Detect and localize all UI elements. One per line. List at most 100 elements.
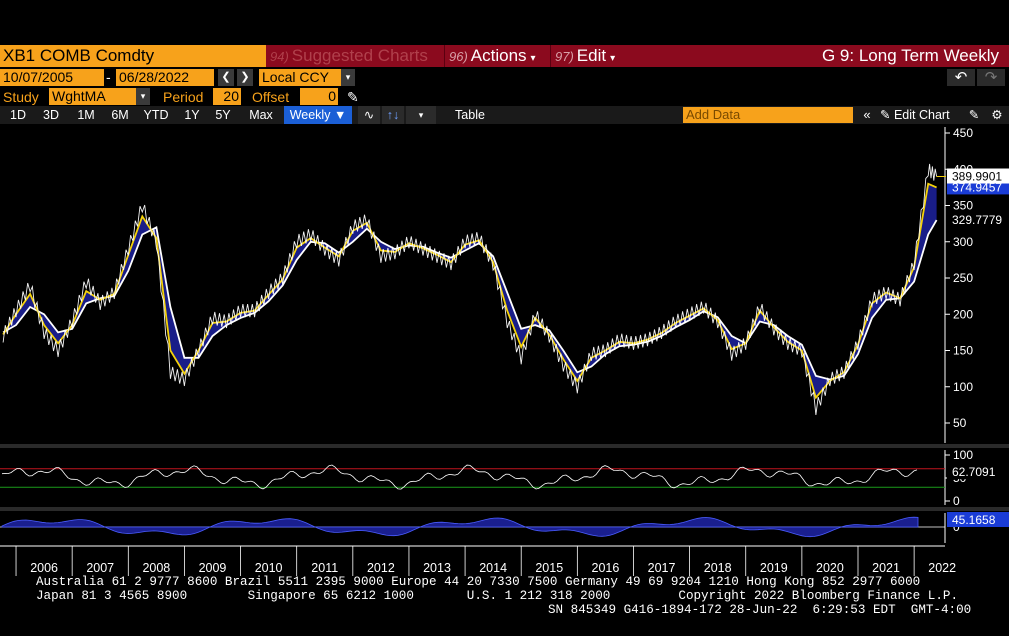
footer-contacts-line2: Japan 81 3 4565 8900 Singapore 65 6212 1… xyxy=(36,589,959,603)
x-axis-year-label: 2022 xyxy=(928,561,956,575)
price-y-tick-label: 250 xyxy=(953,271,973,285)
currency-value: Local CCY xyxy=(262,69,329,85)
x-axis-year-label: 2016 xyxy=(592,561,620,575)
edit-menu-button[interactable]: 97) Edit ▾ xyxy=(550,45,628,67)
study-value: WghtMA xyxy=(52,88,106,104)
price-y-tick-label: 150 xyxy=(953,344,973,358)
rsi-last-value: 62.7091 xyxy=(952,465,996,479)
actions-label: Actions xyxy=(470,46,527,65)
study-select[interactable]: WghtMA xyxy=(49,88,149,105)
annotate-button[interactable]: ✎ xyxy=(965,106,983,124)
study-label: Study xyxy=(3,89,39,105)
ohlc-bars-icon: ↑↓ xyxy=(386,108,400,122)
line-chart-icon: ∿ xyxy=(363,108,375,122)
edit-chart-button[interactable]: ✎ Edit Chart xyxy=(880,106,962,124)
price-y-tick-label: 450 xyxy=(953,126,973,140)
x-axis-year-label: 2014 xyxy=(479,561,507,575)
chart-type-dropdown[interactable]: ▾ xyxy=(406,106,436,124)
redo-icon: ↷ xyxy=(984,69,998,86)
footer-contacts-line1: Australia 61 2 9777 8600 Brazil 5511 239… xyxy=(36,575,921,589)
period-button-max[interactable]: Max xyxy=(244,106,278,124)
bar-chart-type-button[interactable]: ↑↓ xyxy=(382,106,404,124)
period-button-ytd[interactable]: YTD xyxy=(140,106,172,124)
date-range-bar: 10/07/2005 - 06/28/2022 ❮ ❯ Local CCY ▾ … xyxy=(0,68,1009,87)
panel-divider xyxy=(0,444,1009,448)
price-y-tick-label: 200 xyxy=(953,307,973,321)
line-chart-type-button[interactable]: ∿ xyxy=(358,106,380,124)
caret-down-icon: ▾ xyxy=(418,110,424,120)
panel-divider xyxy=(0,507,1009,511)
price-y-tick-label: 50 xyxy=(953,416,967,430)
footer: Australia 61 2 9777 8600 Brazil 5511 239… xyxy=(0,576,1009,636)
chart-toolbar: 1D 3D 1M 6M YTD 1Y 5Y Max Weekly ▼ ∿ ↑↓ … xyxy=(0,106,1009,124)
frequency-select[interactable]: Weekly ▼ xyxy=(284,106,352,124)
offset-field[interactable]: 0 xyxy=(300,88,338,105)
x-axis-year-label: 2009 xyxy=(199,561,227,575)
header-bar: XB1 COMB Comdty 94) Suggested Charts 96) A… xyxy=(0,45,1009,67)
price-y-tick-label: 350 xyxy=(953,199,973,213)
prev-period-button[interactable]: ❮ xyxy=(218,69,234,86)
settings-button[interactable]: ⚙ xyxy=(988,106,1006,124)
redo-button[interactable]: ↷ xyxy=(977,69,1005,86)
price-y-tick-label: 300 xyxy=(953,235,973,249)
page-title: G 9: Long Term Weekly xyxy=(821,46,999,65)
period-label: Period xyxy=(163,89,204,105)
x-axis-year-label: 2012 xyxy=(367,561,395,575)
double-chevron-left-icon: « xyxy=(863,107,871,122)
edit-chart-label: Edit Chart xyxy=(893,108,950,122)
undo-icon: ↶ xyxy=(954,69,968,86)
macd-histogram xyxy=(1,516,919,538)
actions-menu-button[interactable]: 96) Actions ▾ xyxy=(444,45,547,67)
last-price-value: 389.9901 xyxy=(952,170,1002,184)
chart-canvas[interactable]: 45040035030025020015010050374.9457389.99… xyxy=(0,125,1009,577)
table-button[interactable]: Table xyxy=(440,106,500,124)
ma-band-fill xyxy=(3,183,937,398)
period-button-3d[interactable]: 3D xyxy=(36,106,66,124)
chevron-left-icon: ❮ xyxy=(221,71,231,83)
price-panel: 45040035030025020015010050374.9457389.99… xyxy=(0,126,1009,511)
edit-label: Edit xyxy=(576,46,607,65)
rsi-y-tick-label: 0 xyxy=(953,494,960,508)
undo-button[interactable]: ↶ xyxy=(947,69,975,86)
triangle-down-icon: ▼ xyxy=(333,108,347,122)
footer-session-info: SN 845349 G416-1894-172 28-Jun-22 6:29:5… xyxy=(548,603,972,617)
x-axis-year-label: 2010 xyxy=(255,561,283,575)
caret-down-icon: ▾ xyxy=(530,53,536,64)
frequency-value: Weekly xyxy=(289,108,331,122)
caret-down-icon[interactable]: ▾ xyxy=(341,69,355,86)
start-date-field[interactable]: 10/07/2005 xyxy=(0,69,104,86)
chevron-right-icon: ❯ xyxy=(240,71,250,83)
collapse-button[interactable]: « xyxy=(858,106,876,124)
x-axis-year-label: 2019 xyxy=(760,561,788,575)
x-axis-year-label: 2007 xyxy=(86,561,114,575)
edit-square-icon: ✎ xyxy=(968,108,980,122)
period-button-5y[interactable]: 5Y xyxy=(210,106,236,124)
period-field[interactable]: 20 xyxy=(213,88,241,105)
macd-last-value: 45.1658 xyxy=(952,513,996,527)
rsi-panel: 10050062.7091 xyxy=(0,448,1009,508)
period-button-1y[interactable]: 1Y xyxy=(180,106,204,124)
period-button-6m[interactable]: 6M xyxy=(106,106,134,124)
x-axis-year-label: 2011 xyxy=(311,561,338,575)
x-axis-year-label: 2020 xyxy=(816,561,844,575)
macd-panel: 045.1658 xyxy=(0,512,1009,543)
add-data-input[interactable]: Add Data xyxy=(683,107,853,123)
ma-long-last-value: 329.7779 xyxy=(952,213,1002,227)
period-button-1d[interactable]: 1D xyxy=(5,106,31,124)
suggested-charts-number: 94) xyxy=(270,49,289,64)
suggested-charts-button[interactable]: 94) Suggested Charts xyxy=(270,45,440,67)
x-axis-year-label: 2021 xyxy=(872,561,900,575)
period-button-1m[interactable]: 1M xyxy=(72,106,100,124)
ticker-field[interactable]: XB1 COMB Comdty xyxy=(0,45,266,67)
next-period-button[interactable]: ❯ xyxy=(237,69,253,86)
end-date-field[interactable]: 06/28/2022 xyxy=(116,69,214,86)
pencil-icon: ✎ xyxy=(880,108,891,122)
x-axis-year-label: 2006 xyxy=(30,561,58,575)
short-ma-line xyxy=(2,182,937,400)
pencil-icon[interactable]: ✎ xyxy=(347,88,359,106)
x-axis-year-label: 2015 xyxy=(535,561,563,575)
x-axis: 2006 2007 2008 2009 2010 2011 2012 2013 2014 2015… xyxy=(0,545,956,576)
price-line xyxy=(2,163,938,416)
caret-down-icon[interactable]: ▾ xyxy=(136,88,150,105)
offset-label: Offset xyxy=(252,89,290,105)
